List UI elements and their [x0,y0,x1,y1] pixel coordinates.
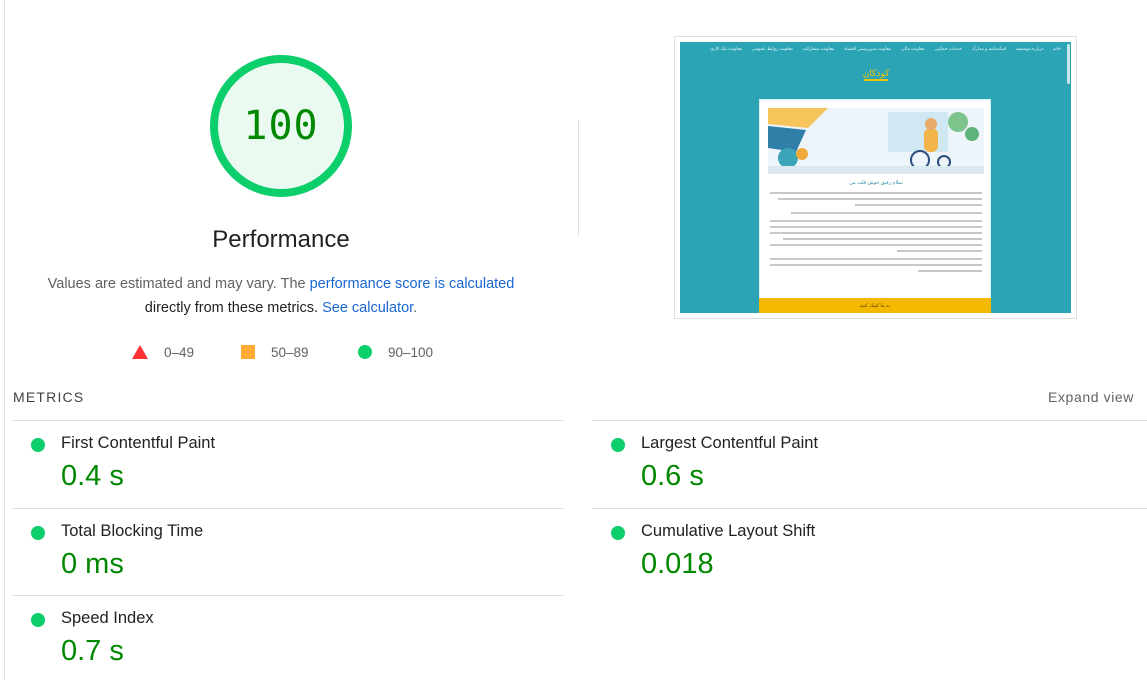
pass-circle-icon [31,526,45,540]
nav-item: معاونت مشارکت [802,46,835,51]
metric-label: Speed Index [61,609,154,627]
legend-item-fail: 0–49 [132,342,194,362]
score-calculated-link[interactable]: performance score is calculated [310,276,515,292]
expand-view-button[interactable]: Expand view [1048,389,1134,405]
metric-label: Cumulative Layout Shift [641,522,816,540]
screenshot-nav: خانه درباره موسسه اساسنامه و مدارک خدمات… [710,46,1061,56]
triangle-fail-icon [132,345,148,359]
legend-range: 90–100 [388,344,434,360]
metrics-divider [592,508,1147,509]
screenshot-scrollbar [1067,44,1070,84]
nav-item: معاونت روابط عمومی [751,46,794,51]
metrics-divider [13,595,564,596]
metric-label: Total Blocking Time [61,522,204,540]
hero-illustration [768,108,984,174]
performance-title: Performance [212,226,350,253]
score-legend: 0–49 50–89 90–100 [0,342,560,362]
performance-score: 100 [243,103,319,149]
nav-item: اساسنامه و مدارک [971,46,1007,51]
nav-item: درباره موسسه [1015,46,1044,51]
legend-item-average: 50–89 [241,342,309,362]
screenshot-page: خانه درباره موسسه اساسنامه و مدارک خدمات… [680,42,1071,313]
metric-value: 0.7 s [61,635,124,667]
metrics-divider [13,508,564,509]
see-calculator-link[interactable]: See calculator [322,300,413,316]
nav-item: معاونت سرپرستی اقتصاد [843,46,892,51]
logo-text: کودکان [863,69,890,79]
nav-item: معاونت مالی [900,46,925,51]
metrics-divider [592,420,1147,421]
metric-label: Largest Contentful Paint [641,434,819,452]
description-suffix: . [413,300,418,316]
final-screenshot[interactable]: خانه درباره موسسه اساسنامه و مدارک خدمات… [674,36,1077,319]
description-mid: directly from these metrics. [144,300,319,316]
performance-gauge: 100 [207,52,355,200]
illustration-image [768,108,984,174]
metric-speed-index: Speed Index 0.7 s [13,597,573,680]
screenshot-card: سلام رفیق خوش قلب من [759,99,991,313]
description-prefix: Values are estimated and may vary. The [47,276,310,292]
metric-value: 0 ms [61,548,124,580]
metric-cumulative-layout-shift: Cumulative Layout Shift 0.018 [593,510,1147,596]
pass-circle-icon [31,613,45,627]
metric-first-contentful-paint: First Contentful Paint 0.4 s [13,422,573,508]
nav-item: خانه [1053,46,1061,51]
square-average-icon [241,345,255,359]
legend-item-pass: 90–100 [358,342,433,362]
metrics-divider [13,420,564,421]
legend-range: 50–89 [271,344,309,360]
cta-label: به ما کمک کنید [859,303,891,309]
metrics-header: METRICS [13,389,85,405]
metric-label: First Contentful Paint [61,434,216,452]
site-logo: کودکان [863,69,890,81]
performance-description: Values are estimated and may vary. The p… [40,272,522,320]
metric-value: 0.6 s [641,460,704,492]
nav-item: خدمات حمایتی [934,46,962,51]
circle-pass-icon [358,345,372,359]
pass-circle-icon [31,438,45,452]
card-text-lines [770,192,982,276]
pass-circle-icon [611,526,625,540]
nav-item: معاونت نیک کاری [710,46,743,51]
left-border [4,0,5,680]
help-us-button: به ما کمک کنید [759,298,991,313]
metric-largest-contentful-paint: Largest Contentful Paint 0.6 s [593,422,1147,508]
legend-range: 0–49 [164,344,195,360]
metric-total-blocking-time: Total Blocking Time 0 ms [13,510,573,596]
vertical-divider [578,120,579,236]
card-title: سلام رفیق خوش قلب من [849,180,903,186]
metric-value: 0.018 [641,548,714,580]
pass-circle-icon [611,438,625,452]
metric-value: 0.4 s [61,460,124,492]
